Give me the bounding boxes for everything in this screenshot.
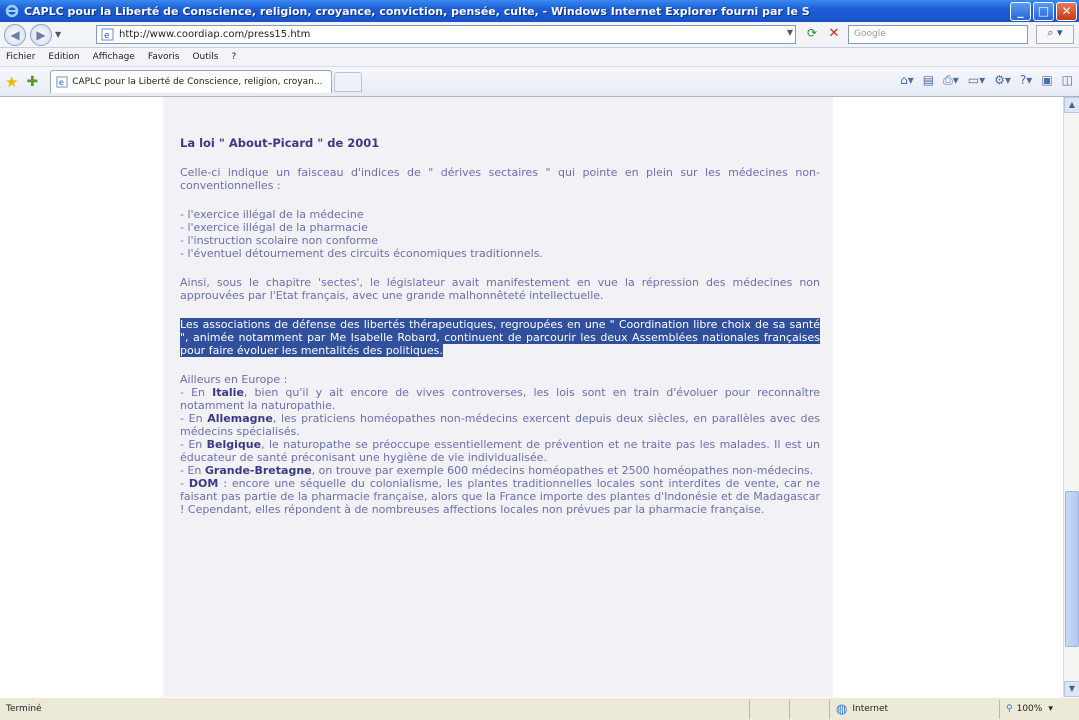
search-input[interactable]: Google bbox=[848, 25, 1028, 44]
research-icon[interactable]: ▣ bbox=[1041, 73, 1052, 88]
print-icon[interactable]: ⎙▾ bbox=[943, 73, 959, 88]
address-bar: ◀ ▶ ▼ e http://www.coordiap.com/press15.… bbox=[0, 22, 1079, 48]
window-title: CAPLC pour la Liberté de Conscience, rel… bbox=[24, 4, 810, 18]
article-intro: Celle-ci indique un faisceau d'indices d… bbox=[180, 166, 820, 192]
country-name: Grande-Bretagne bbox=[204, 464, 312, 477]
forward-arrow-icon: ▶ bbox=[36, 27, 46, 42]
back-button[interactable]: ◀ bbox=[4, 23, 26, 46]
country-prefix: - En bbox=[180, 412, 208, 425]
messenger-icon[interactable]: ◫ bbox=[1062, 73, 1073, 88]
country-name: Italie bbox=[212, 386, 244, 399]
svg-text:e: e bbox=[59, 77, 64, 87]
ie-logo-icon bbox=[4, 3, 20, 19]
status-bar: Terminé ◍ Internet ⚲ 100% ▾ bbox=[0, 697, 1079, 720]
country-item: - En Allemagne, les praticiens homéopath… bbox=[180, 412, 820, 438]
security-zone[interactable]: ◍ Internet bbox=[829, 699, 999, 719]
page-icon: e bbox=[56, 76, 68, 88]
country-prefix: - En bbox=[180, 386, 213, 399]
scroll-up-icon[interactable]: ▲ bbox=[1064, 97, 1079, 113]
history-dropdown-icon[interactable]: ▼ bbox=[55, 30, 61, 39]
country-prefix: - En bbox=[180, 464, 205, 477]
new-tab-button[interactable] bbox=[334, 71, 363, 92]
selection-highlight: Les associations de défense des libertés… bbox=[180, 318, 820, 357]
zone-label: Internet bbox=[852, 704, 889, 714]
tab-label: CAPLC pour la Liberté de Conscience, rel… bbox=[72, 77, 323, 87]
favorites-star-icon[interactable]: ★ bbox=[5, 73, 18, 91]
article-paragraph: Ainsi, sous le chapitre 'sectes', le lég… bbox=[180, 276, 820, 302]
refresh-icon[interactable]: ⟳ bbox=[803, 26, 821, 44]
list-item: - l'exercice illégal de la médecine bbox=[180, 208, 364, 221]
close-button[interactable]: ✕ bbox=[1056, 1, 1077, 21]
back-arrow-icon: ◀ bbox=[10, 27, 20, 42]
feeds-icon[interactable]: ▤ bbox=[923, 73, 934, 88]
forward-button[interactable]: ▶ bbox=[30, 23, 52, 46]
country-name: Belgique bbox=[206, 438, 262, 451]
help-icon[interactable]: ?▾ bbox=[1020, 73, 1032, 88]
svg-text:e: e bbox=[104, 31, 110, 41]
country-prefix: - bbox=[180, 477, 189, 490]
article-heading: La loi " About-Picard " de 2001 bbox=[180, 136, 380, 150]
tab-bar: ★ ✚ e CAPLC pour la Liberté de Conscienc… bbox=[0, 67, 1079, 97]
home-icon[interactable]: ⌂▾ bbox=[900, 73, 914, 88]
browser-window: CAPLC pour la Liberté de Conscience, rel… bbox=[0, 0, 1079, 720]
country-prefix: - En bbox=[180, 438, 207, 451]
country-text: : encore une séquelle du colonialisme, l… bbox=[180, 477, 820, 516]
url-field[interactable]: e http://www.coordiap.com/press15.htm ▼ bbox=[96, 25, 796, 44]
scroll-thumb[interactable] bbox=[1065, 491, 1079, 647]
country-text: , on trouve par exemple 600 médecins hom… bbox=[311, 464, 814, 477]
search-button[interactable]: ⌕ ▾ bbox=[1036, 25, 1074, 44]
zoom-level: 100% bbox=[1016, 704, 1043, 714]
article-list: - l'exercice illégal de la médecine - l'… bbox=[180, 208, 820, 260]
menu-edition[interactable]: Edition bbox=[48, 52, 79, 62]
menu-affichage[interactable]: Affichage bbox=[93, 52, 135, 62]
country-text: , bien qu'il y ait encore de vives contr… bbox=[180, 386, 820, 412]
stop-icon[interactable]: ✕ bbox=[825, 26, 843, 44]
menu-favoris[interactable]: Favoris bbox=[148, 52, 180, 62]
page-menu-icon[interactable]: ▭▾ bbox=[968, 73, 985, 88]
country-item: - DOM : encore une séquelle du coloniali… bbox=[180, 477, 820, 516]
europe-section: Ailleurs en Europe : - En Italie, bien q… bbox=[180, 373, 820, 516]
zoom-dropdown-icon: ▾ bbox=[1048, 704, 1053, 714]
country-text: , le naturopathe se préoccupe essentiell… bbox=[180, 438, 820, 464]
menu-fichier[interactable]: Fichier bbox=[6, 52, 35, 62]
country-item: - En Italie, bien qu'il y ait encore de … bbox=[180, 386, 820, 412]
country-item: - En Grande-Bretagne, on trouve par exem… bbox=[180, 464, 820, 477]
url-text: http://www.coordiap.com/press15.htm bbox=[119, 29, 311, 40]
page-viewport: La loi " About-Picard " de 2001 Celle-ci… bbox=[0, 97, 1063, 697]
menu-bar: Fichier Edition Affichage Favoris Outils… bbox=[0, 48, 1079, 67]
country-name: Allemagne bbox=[207, 412, 273, 425]
command-bar: ⌂▾ ▤ ⎙▾ ▭▾ ⚙▾ ?▾ ▣ ◫ bbox=[900, 73, 1073, 88]
selected-paragraph[interactable]: Les associations de défense des libertés… bbox=[180, 318, 820, 357]
status-cell bbox=[749, 699, 789, 719]
status-text: Terminé bbox=[6, 704, 42, 714]
country-name: DOM bbox=[188, 477, 219, 490]
menu-outils[interactable]: Outils bbox=[192, 52, 218, 62]
list-item: - l'éventuel détournement des circuits é… bbox=[180, 247, 543, 260]
tab-active[interactable]: e CAPLC pour la Liberté de Conscience, r… bbox=[50, 70, 333, 93]
zoom-icon: ⚲ bbox=[1006, 704, 1013, 714]
country-text: , les praticiens homéopathes non-médecin… bbox=[180, 412, 821, 438]
article-body: La loi " About-Picard " de 2001 Celle-ci… bbox=[180, 137, 820, 516]
page-icon: e bbox=[101, 28, 114, 41]
status-cell bbox=[789, 699, 829, 719]
globe-icon: ◍ bbox=[836, 701, 848, 717]
url-dropdown-icon[interactable]: ▼ bbox=[787, 28, 793, 37]
vertical-scrollbar[interactable]: ▲ ▼ bbox=[1063, 97, 1079, 697]
minimize-button[interactable]: _ bbox=[1010, 1, 1031, 21]
list-item: - l'instruction scolaire non conforme bbox=[180, 234, 378, 247]
maximize-button[interactable]: □ bbox=[1033, 1, 1054, 21]
title-bar[interactable]: CAPLC pour la Liberté de Conscience, rel… bbox=[0, 0, 1079, 22]
europe-intro: Ailleurs en Europe : bbox=[180, 373, 288, 386]
search-icon: ⌕ bbox=[1047, 26, 1054, 39]
zoom-control[interactable]: ⚲ 100% ▾ bbox=[999, 699, 1079, 719]
scroll-down-icon[interactable]: ▼ bbox=[1064, 681, 1079, 697]
list-item: - l'exercice illégal de la pharmacie bbox=[180, 221, 368, 234]
menu-help[interactable]: ? bbox=[231, 52, 236, 62]
country-item: - En Belgique, le naturopathe se préoccu… bbox=[180, 438, 820, 464]
add-favorites-icon[interactable]: ✚ bbox=[26, 74, 38, 90]
tools-gear-icon[interactable]: ⚙▾ bbox=[994, 73, 1011, 88]
